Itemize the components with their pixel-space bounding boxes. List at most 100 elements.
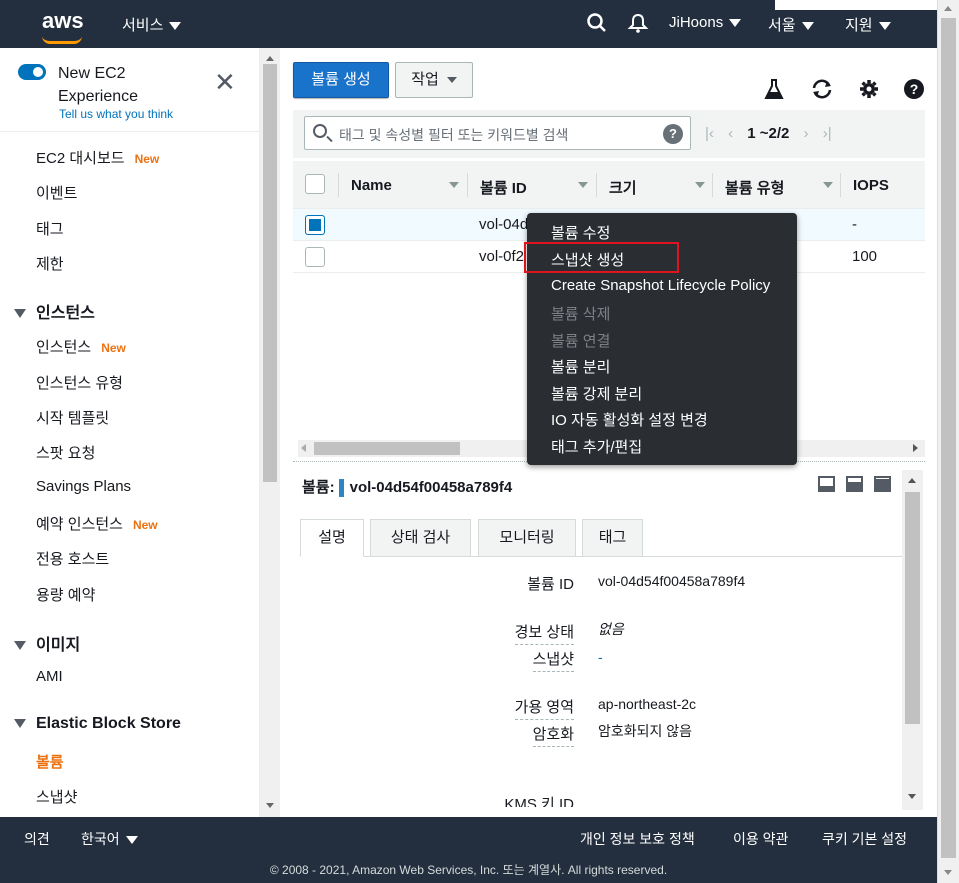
sidebar-item-launch-templates[interactable]: 시작 템플릿 (36, 407, 109, 428)
sidebar-item-capacity-reservations[interactable]: 용량 예약 (36, 584, 95, 605)
chevron-down-icon (446, 77, 457, 84)
tab-monitoring[interactable]: 모니터링 (478, 519, 576, 557)
caret-down-icon (14, 719, 26, 729)
sidebar-item-events[interactable]: 이벤트 (36, 182, 77, 203)
sidebar-item-savings-plans[interactable]: Savings Plans (36, 478, 131, 495)
create-volume-button[interactable]: 볼륨 생성 (293, 62, 389, 98)
search-icon (313, 124, 327, 138)
pane-maximize-icon[interactable] (874, 476, 891, 492)
cookie-preferences-link[interactable]: 쿠키 기본 설정 (822, 829, 907, 849)
row-checkbox[interactable] (305, 215, 325, 235)
sort-caret-icon[interactable] (823, 182, 833, 188)
aws-logo[interactable]: aws (42, 8, 84, 44)
feedback-link[interactable]: Tell us what you think (59, 107, 173, 121)
cell-iops: - (852, 216, 857, 233)
field-label-kms-key-id: KMS 키 ID (504, 796, 574, 807)
field-value-alarm-status: 없음 (598, 621, 624, 637)
help-icon[interactable]: ? (663, 124, 683, 144)
services-menu[interactable]: 서비스 (122, 14, 182, 35)
tab-status-checks[interactable]: 상태 검사 (370, 519, 471, 557)
svg-text:?: ? (910, 81, 919, 97)
highlight-box (524, 242, 679, 273)
sort-caret-icon[interactable] (695, 182, 705, 188)
caret-down-icon (14, 641, 26, 651)
field-value-availability-zone: ap-northeast-2c (598, 696, 697, 712)
flask-icon[interactable] (764, 78, 784, 106)
new-experience-toggle[interactable] (18, 64, 46, 80)
support-menu[interactable]: 지원 (845, 14, 891, 35)
sidebar-item-dashboard[interactable]: EC2 대시보드 New (36, 147, 159, 168)
bell-icon[interactable] (627, 12, 649, 39)
menu-item-create-snapshot-lifecycle-policy[interactable]: Create Snapshot Lifecycle Policy (551, 277, 770, 294)
divider (0, 131, 259, 132)
privacy-policy-link[interactable]: 개인 정보 보호 정책 (580, 829, 695, 849)
sidebar-item-instances[interactable]: 인스턴스 New (36, 336, 126, 357)
row-checkbox[interactable] (305, 247, 325, 267)
actions-button[interactable]: 작업 (395, 62, 473, 98)
select-all-checkbox[interactable] (305, 174, 325, 194)
sidebar-item-spot-requests[interactable]: 스팟 요청 (36, 442, 95, 463)
sidebar-item-ami[interactable]: AMI (36, 668, 63, 685)
field-value-snapshot[interactable]: - (598, 646, 758, 669)
page-scrollbar[interactable] (937, 0, 959, 883)
column-size[interactable]: 크기 (609, 177, 637, 198)
column-volume-id[interactable]: 볼륨 ID (480, 177, 527, 198)
chevron-down-icon (729, 19, 742, 28)
tab-tags[interactable]: 태그 (582, 519, 643, 557)
column-iops[interactable]: IOPS (853, 177, 889, 194)
sidebar-item-instance-types[interactable]: 인스턴스 유형 (36, 372, 123, 393)
menu-item-modify-volume[interactable]: 볼륨 수정 (551, 222, 610, 243)
menu-item-force-detach-volume[interactable]: 볼륨 강제 분리 (551, 383, 642, 404)
field-value-encryption: 암호화되지 않음 (598, 723, 693, 739)
column-name[interactable]: Name (351, 177, 392, 194)
sidebar-group-images[interactable]: 이미지 (14, 631, 80, 655)
field-label-alarm-status: 경보 상태 (514, 621, 574, 645)
tab-description[interactable]: 설명 (300, 519, 364, 557)
detail-scrollbar[interactable] (902, 470, 923, 810)
table-header: Name 볼륨 ID 크기 볼륨 유형 IOPS (293, 161, 925, 209)
region-menu[interactable]: 서울 (768, 14, 814, 35)
column-volume-type[interactable]: 볼륨 유형 (725, 177, 784, 198)
sidebar-item-limits[interactable]: 제한 (36, 253, 64, 274)
chevron-down-icon (878, 22, 891, 31)
last-page-icon[interactable]: ›| (823, 125, 832, 142)
help-icon[interactable]: ? (903, 78, 925, 106)
sidebar-item-tags[interactable]: 태그 (36, 218, 64, 239)
sidebar-group-instances[interactable]: 인스턴스 (14, 299, 95, 323)
new-badge: New (134, 152, 160, 166)
new-badge: New (132, 518, 158, 532)
filter-search-input[interactable]: 태그 및 속성별 필터 또는 키워드별 검색 ? (304, 116, 691, 150)
first-page-icon[interactable]: |‹ (705, 125, 714, 142)
new-badge: New (101, 341, 126, 355)
sidebar-item-reserved-instances[interactable]: 예약 인스턴스 New (36, 513, 158, 534)
menu-item-change-auto-enable-io[interactable]: IO 자동 활성화 설정 변경 (551, 409, 708, 430)
sidebar-item-snapshots[interactable]: 스냅샷 (36, 786, 77, 807)
menu-item-add-edit-tags[interactable]: 태그 추가/편집 (551, 436, 642, 457)
sort-caret-icon[interactable] (449, 182, 459, 188)
gear-icon[interactable] (858, 78, 880, 106)
user-menu[interactable]: JiHoons (669, 14, 742, 31)
chevron-down-icon (801, 22, 814, 31)
field-label-availability-zone: 가용 영역 (514, 696, 574, 720)
sidebar-group-ebs[interactable]: Elastic Block Store (14, 715, 181, 733)
menu-item-delete-volume: 볼륨 삭제 (551, 306, 611, 323)
feedback-link[interactable]: 의견 (24, 829, 50, 849)
cell-iops: 100 (852, 248, 878, 265)
next-page-icon[interactable]: › (804, 125, 809, 142)
prev-page-icon[interactable]: ‹ (728, 125, 733, 142)
terms-link[interactable]: 이용 약관 (733, 829, 788, 849)
refresh-icon[interactable] (810, 78, 834, 106)
sort-caret-icon[interactable] (578, 182, 588, 188)
search-icon[interactable] (586, 12, 608, 39)
menu-item-detach-volume[interactable]: 볼륨 분리 (551, 356, 610, 377)
field-label-snapshot: 스냅샷 (532, 648, 574, 672)
close-icon[interactable]: ✕ (214, 69, 236, 95)
sidebar-item-dedicated-hosts[interactable]: 전용 호스트 (36, 548, 109, 569)
sidebar: New EC2 Experience Tell us what you thin… (0, 48, 260, 817)
sidebar-scrollbar[interactable] (260, 48, 280, 817)
language-selector[interactable]: 한국어 (81, 829, 138, 849)
page-range: 1 ~2/2 (747, 125, 790, 142)
pane-minimize-icon[interactable] (818, 476, 835, 492)
pane-half-icon[interactable] (846, 476, 863, 492)
sidebar-item-volumes[interactable]: 볼륨 (36, 751, 64, 772)
